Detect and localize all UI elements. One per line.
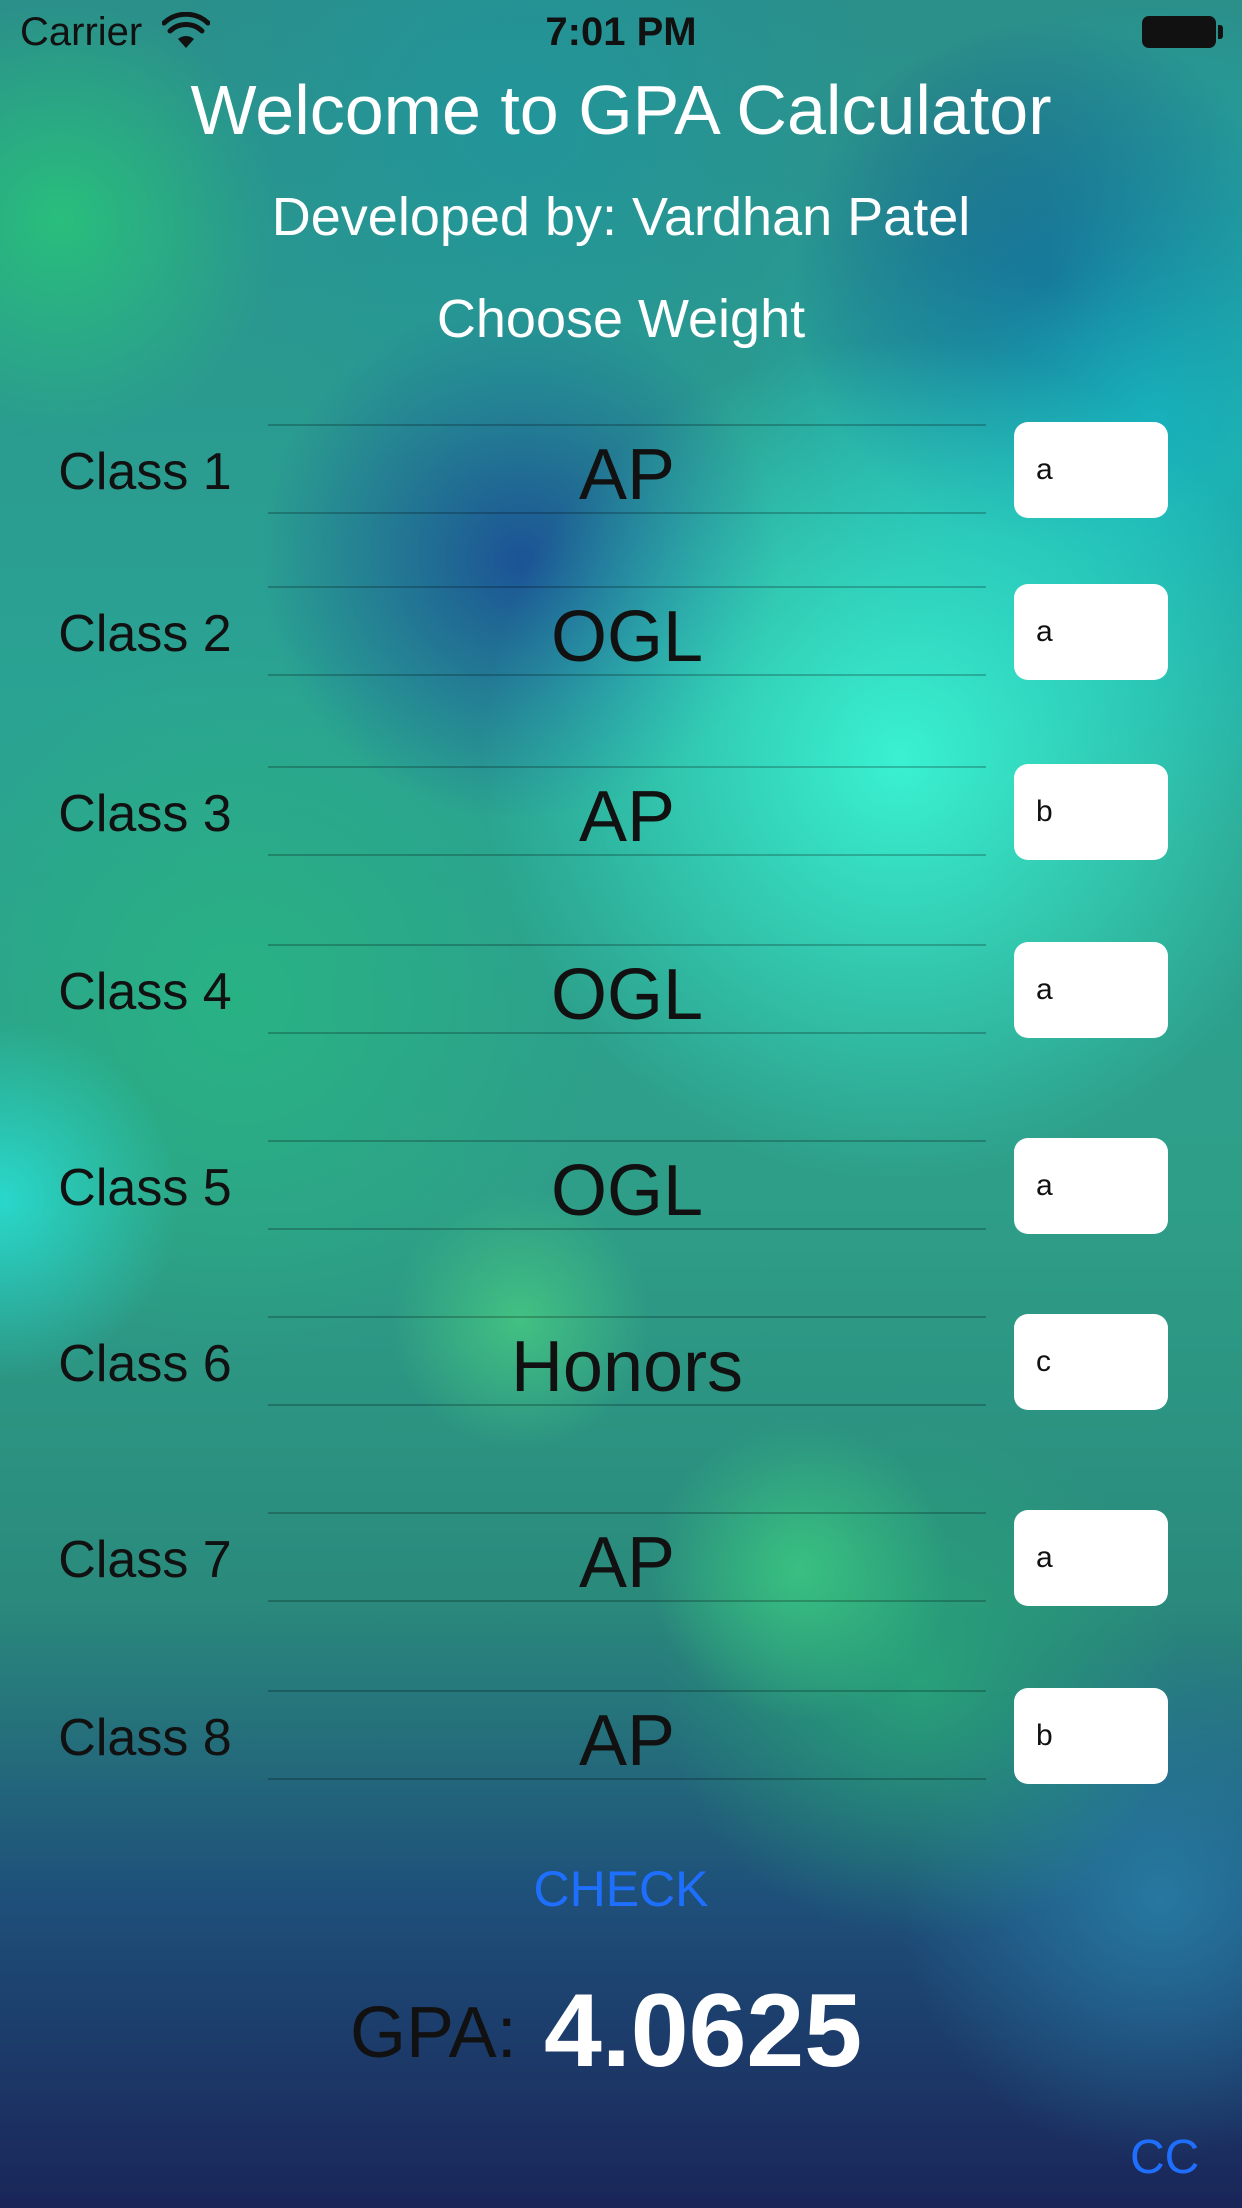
choose-weight-label: Choose Weight <box>436 289 806 349</box>
class-label: Class 4 <box>58 963 232 1021</box>
weight-picker[interactable]: AP <box>268 1512 986 1603</box>
class-row: Class 2 OGL <box>0 576 1242 686</box>
weight-picker-value: AP <box>578 1701 676 1781</box>
cc-button[interactable]: CC <box>1130 2130 1199 2185</box>
grade-input[interactable] <box>1014 1688 1168 1784</box>
weight-picker-value: OGL <box>550 1151 704 1231</box>
weight-picker[interactable]: OGL <box>268 944 986 1035</box>
class-label: Class 2 <box>58 605 232 663</box>
class-label: Class 7 <box>58 1531 232 1589</box>
grade-input[interactable] <box>1014 764 1168 860</box>
weight-picker[interactable]: OGL <box>268 586 986 677</box>
class-row: Class 3 AP <box>0 756 1242 866</box>
clock: 7:01 PM <box>545 10 697 54</box>
weight-picker-value: OGL <box>550 597 704 677</box>
class-label: Class 3 <box>58 785 232 843</box>
gpa-label: GPA: <box>350 1993 517 2073</box>
weight-picker[interactable]: Honors <box>268 1316 986 1407</box>
weight-picker[interactable]: AP <box>268 766 986 857</box>
weight-picker-value: AP <box>578 435 676 515</box>
class-label: Class 5 <box>58 1159 232 1217</box>
class-row: Class 5 OGL <box>0 1130 1242 1240</box>
weight-picker[interactable]: AP <box>268 424 986 515</box>
battery-icon <box>1142 16 1216 48</box>
class-row: Class 7 AP <box>0 1502 1242 1612</box>
weight-picker-value: Honors <box>510 1327 744 1407</box>
page-title: Welcome to GPA Calculator <box>190 71 1052 149</box>
class-label: Class 6 <box>58 1335 232 1393</box>
status-bar: Carrier 7:01 PM <box>0 0 1242 64</box>
weight-picker-value: OGL <box>550 955 704 1035</box>
class-row: Class 4 OGL <box>0 934 1242 1044</box>
weight-picker-value: AP <box>578 777 676 857</box>
check-button[interactable]: CHECK <box>0 1860 1242 1918</box>
grade-input[interactable] <box>1014 1314 1168 1410</box>
weight-picker[interactable]: AP <box>268 1690 986 1781</box>
gpa-calculator-screen: Carrier 7:01 PM Welcome to GPA Calculato… <box>0 0 1242 2208</box>
developer-credit: Developed by: Vardhan Patel <box>271 187 971 247</box>
weight-picker[interactable]: OGL <box>268 1140 986 1231</box>
grade-input[interactable] <box>1014 1510 1168 1606</box>
grade-input[interactable] <box>1014 584 1168 680</box>
class-row: Class 6 Honors <box>0 1306 1242 1416</box>
battery-tip-icon <box>1218 25 1223 39</box>
class-row: Class 8 AP <box>0 1680 1242 1790</box>
gpa-value: 4.0625 <box>544 1973 863 2089</box>
weight-picker-value: AP <box>578 1523 676 1603</box>
class-label: Class 8 <box>58 1709 232 1767</box>
class-label: Class 1 <box>58 443 232 501</box>
class-row: Class 1 AP <box>0 414 1242 524</box>
grade-input[interactable] <box>1014 422 1168 518</box>
grade-input[interactable] <box>1014 942 1168 1038</box>
grade-input[interactable] <box>1014 1138 1168 1234</box>
